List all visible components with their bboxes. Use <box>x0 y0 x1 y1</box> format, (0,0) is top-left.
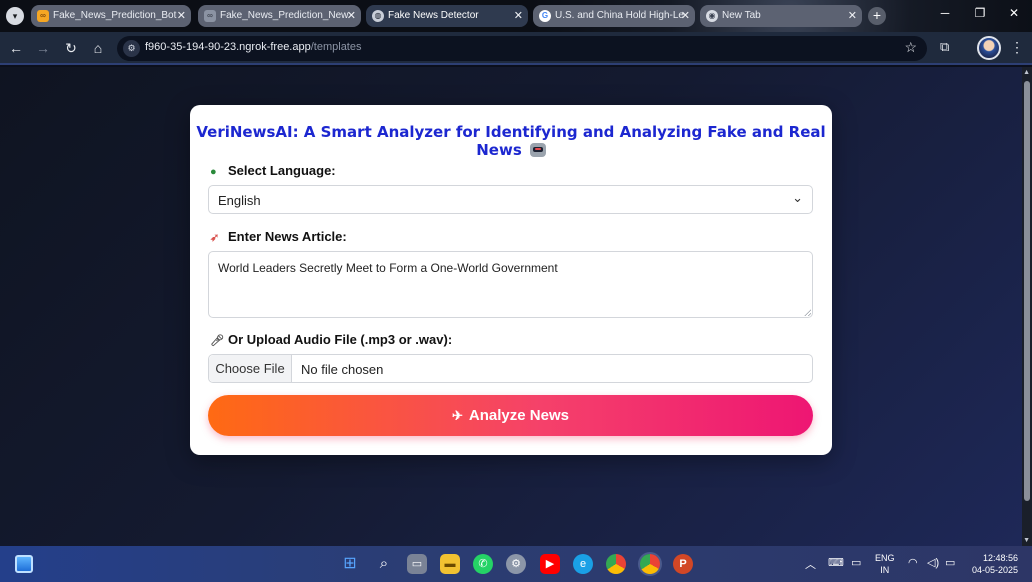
tab-fake-news-bot[interactable]: ∞ Fake_News_Prediction_Bot ✕ <box>31 5 191 27</box>
show-hidden-icons-icon[interactable]: ︿ <box>805 556 816 572</box>
page-title: VeriNewsAI: A Smart Analyzer for Identif… <box>190 123 832 159</box>
tab-label: New Tab <box>722 10 761 21</box>
wifi-icon[interactable]: ◠ <box>908 556 918 569</box>
close-window-icon[interactable]: ✕ <box>1002 6 1026 20</box>
search-icon[interactable]: ⌕ <box>374 554 394 574</box>
tab-search-button[interactable]: ▾ <box>6 7 24 25</box>
keyboard-icon[interactable]: ⌨ <box>828 556 844 569</box>
clock-date: 04-05-2025 <box>971 565 1018 575</box>
tab-new-tab[interactable]: ◉ New Tab ✕ <box>700 5 862 27</box>
resize-handle[interactable] <box>804 309 811 316</box>
audio-file-input[interactable]: Choose File No file chosen <box>208 354 813 383</box>
home-icon[interactable]: ⌂ <box>89 39 107 57</box>
scrollbar-thumb[interactable] <box>1024 81 1030 501</box>
newspaper-icon: ➶ <box>210 232 220 244</box>
scroll-down-icon[interactable]: ▼ <box>1023 537 1030 544</box>
microphone-icon: 🎤︎ <box>210 335 224 347</box>
close-tab-icon[interactable]: ✕ <box>514 5 523 27</box>
choose-file-button[interactable]: Choose File <box>209 355 292 382</box>
settings-icon[interactable]: ⚙ <box>506 554 526 574</box>
file-explorer-icon[interactable]: ▬ <box>440 554 460 574</box>
url-host: f960-35-194-90-23.ngrok-free.app <box>145 41 311 53</box>
edge-icon[interactable]: e <box>573 554 593 574</box>
tab-us-china[interactable]: G U.S. and China Hold High-Le ✕ <box>533 5 695 27</box>
language-label-text: Select Language: <box>228 163 336 178</box>
language-label: ● Select Language: <box>210 163 336 178</box>
article-label: ➶ Enter News Article: <box>210 229 347 244</box>
input-language[interactable]: ENG IN <box>875 552 895 576</box>
profile-avatar[interactable] <box>977 36 1001 60</box>
system-clock[interactable]: 12:48:56 04-05-2025 <box>968 552 1018 576</box>
analyze-label: Analyze News <box>468 407 569 424</box>
youtube-icon[interactable]: ▶ <box>540 554 560 574</box>
article-text: World Leaders Secretly Meet to Form a On… <box>218 261 558 275</box>
colab-icon: ∞ <box>204 10 216 22</box>
page-scrollbar[interactable]: ▲ ▼ <box>1022 67 1032 546</box>
windows-taskbar: ⊞ ⌕ ▭ ▬ ✆ ⚙ ▶ e P ︿ ⌨ ▭ ENG IN ◠ ◁) ▭ 12… <box>0 546 1032 582</box>
close-tab-icon[interactable]: ✕ <box>177 5 186 27</box>
reload-icon[interactable]: ↻ <box>62 39 80 57</box>
whatsapp-icon[interactable]: ✆ <box>473 554 493 574</box>
new-tab-button[interactable]: + <box>868 7 886 25</box>
url-text[interactable]: f960-35-194-90-23.ngrok-free.app/templat… <box>145 41 361 53</box>
scroll-up-icon[interactable]: ▲ <box>1023 69 1030 76</box>
tab-fake-news-detector[interactable]: ◍ Fake News Detector ✕ <box>366 5 528 27</box>
widgets-icon[interactable] <box>15 555 33 573</box>
robot-icon <box>529 143 546 157</box>
globe-icon: ◍ <box>372 10 384 22</box>
address-bar[interactable]: ⚙ f960-35-194-90-23.ngrok-free.app/templ… <box>117 36 927 61</box>
forward-icon[interactable]: → <box>34 39 52 57</box>
extensions-icon[interactable]: ⧉ <box>940 39 949 55</box>
globe-icon: ● <box>210 166 217 178</box>
tab-label: Fake_News_Prediction_New <box>220 10 349 21</box>
task-view-icon[interactable]: ▭ <box>407 554 427 574</box>
chrome-icon: ◉ <box>706 10 718 22</box>
bookmark-star-icon[interactable]: ☆ <box>904 39 917 56</box>
url-path: /templates <box>310 41 362 53</box>
rocket-icon: ✈ <box>452 408 463 423</box>
powerpoint-icon[interactable]: P <box>673 554 693 574</box>
tab-fake-news-new[interactable]: ∞ Fake_News_Prediction_New ✕ <box>198 5 361 27</box>
volume-icon[interactable]: ◁) <box>927 556 939 569</box>
audio-label-text: Or Upload Audio File (.mp3 or .wav): <box>228 332 453 347</box>
tab-label: Fake_News_Prediction_Bot <box>53 10 177 21</box>
article-label-text: Enter News Article: <box>228 229 347 244</box>
battery-icon[interactable]: ▭ <box>945 556 955 569</box>
back-icon[interactable]: ← <box>7 39 25 57</box>
close-tab-icon[interactable]: ✕ <box>848 5 857 27</box>
analyze-news-button[interactable]: ✈ Analyze News <box>208 395 813 436</box>
google-icon: G <box>539 10 551 22</box>
language-code: ENG <box>875 553 895 563</box>
chrome-icon[interactable] <box>606 554 626 574</box>
close-tab-icon[interactable]: ✕ <box>681 5 690 27</box>
region-code: IN <box>880 565 890 575</box>
close-tab-icon[interactable]: ✕ <box>347 5 356 27</box>
article-textarea[interactable]: World Leaders Secretly Meet to Form a On… <box>208 251 813 318</box>
minimize-icon[interactable]: ─ <box>933 6 957 20</box>
site-info-icon[interactable]: ⚙ <box>123 40 140 57</box>
page-title-text: VeriNewsAI: A Smart Analyzer for Identif… <box>196 123 826 159</box>
tab-strip: ▾ ∞ Fake_News_Prediction_Bot ✕ ∞ Fake_Ne… <box>0 0 1032 32</box>
clock-time: 12:48:56 <box>982 553 1018 563</box>
chrome-active-icon[interactable] <box>640 554 660 574</box>
no-file-text: No file chosen <box>301 362 384 377</box>
language-select-value: English <box>218 193 261 208</box>
browser-toolbar: ← → ↻ ⌂ ⚙ f960-35-194-90-23.ngrok-free.a… <box>0 32 1032 65</box>
analyzer-card: VeriNewsAI: A Smart Analyzer for Identif… <box>190 105 832 455</box>
chevron-down-icon: ⌄ <box>792 190 803 205</box>
display-icon[interactable]: ▭ <box>851 556 861 569</box>
language-select[interactable]: English ⌄ <box>208 185 813 214</box>
start-menu-icon[interactable]: ⊞ <box>340 554 360 574</box>
colab-icon: ∞ <box>37 10 49 22</box>
page-viewport: VeriNewsAI: A Smart Analyzer for Identif… <box>0 67 1032 546</box>
tab-label: U.S. and China Hold High-Le <box>555 10 684 21</box>
more-menu-icon[interactable]: ⋮ <box>1010 39 1024 56</box>
audio-label: 🎤︎ Or Upload Audio File (.mp3 or .wav): <box>210 332 452 347</box>
tab-label: Fake News Detector <box>388 10 479 21</box>
restore-icon[interactable]: ❐ <box>968 6 992 20</box>
